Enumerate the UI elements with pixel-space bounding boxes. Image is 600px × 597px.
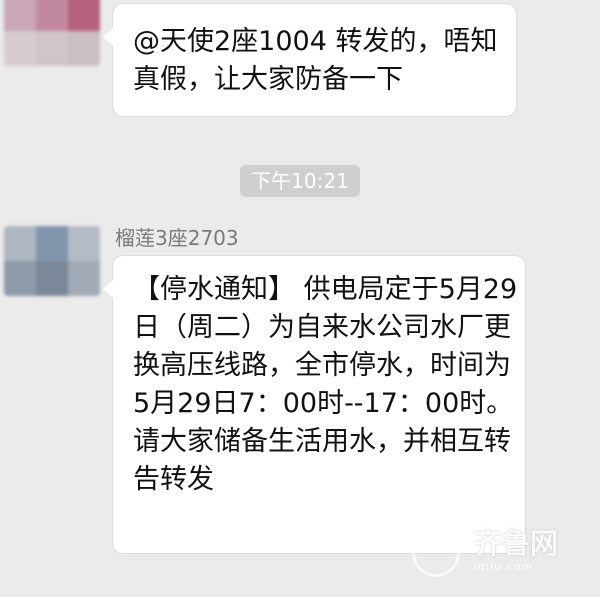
avatar-pixel [68, 0, 100, 31]
message-text: 【停水通知】 供电局定于5月29日（周二）为自来水公司水厂更换高压线路，全市停水… [133, 274, 518, 495]
watermark-title: 齐鲁网 [474, 527, 559, 560]
message-bubble[interactable]: @天使2座1004 转发的，唔知真假，让大家防备一下 [103, 4, 516, 116]
avatar-pixel [4, 0, 36, 31]
avatar-pixel [36, 0, 68, 31]
message-text: @天使2座1004 转发的，唔知真假，让大家防备一下 [133, 26, 498, 95]
watermark: 齐鲁网 iqilu.com [412, 527, 582, 577]
sender-avatar-icon[interactable] [4, 0, 100, 66]
message-bubble[interactable]: 【停水通知】 供电局定于5月29日（周二）为自来水公司水厂更换高压线路，全市停水… [103, 256, 525, 553]
avatar-pixel [4, 261, 36, 296]
sender-name: 榴莲3座2703 [115, 226, 239, 250]
avatar-pixel [36, 261, 68, 296]
avatar-pixel [68, 226, 100, 261]
avatar-pixel [36, 226, 68, 261]
avatar-pixel [4, 226, 36, 261]
watermark-url: iqilu.com [474, 560, 534, 573]
sender-avatar-icon[interactable] [4, 226, 100, 296]
avatar-pixel [4, 31, 36, 66]
timestamp-badge: 下午10:21 [240, 165, 360, 197]
avatar-pixel [68, 31, 100, 66]
avatar-pixel [36, 31, 68, 66]
watermark-logo-icon [412, 529, 460, 577]
avatar-pixel [68, 261, 100, 296]
